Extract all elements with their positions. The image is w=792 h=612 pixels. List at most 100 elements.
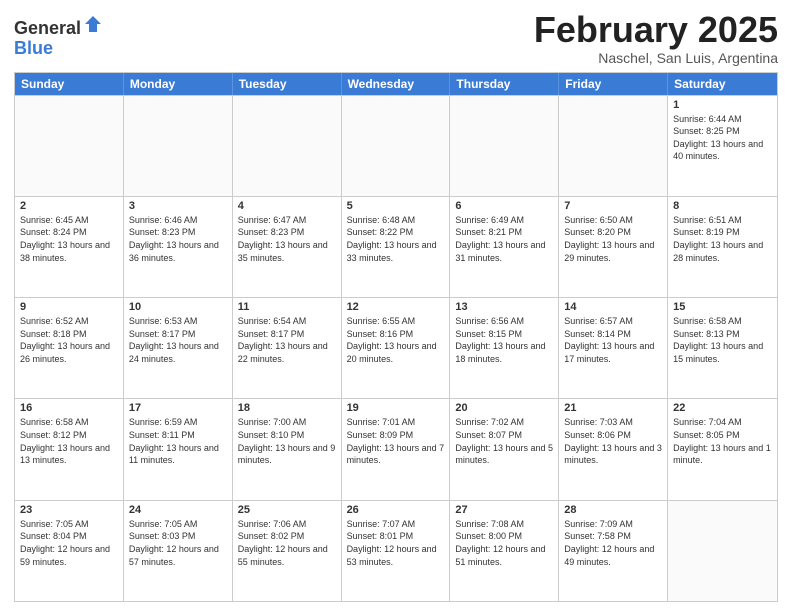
day-info: Sunrise: 6:55 AM Sunset: 8:16 PM Dayligh…	[347, 315, 445, 365]
day-number: 12	[347, 301, 445, 313]
day-number: 16	[20, 402, 118, 414]
cal-week-3: 9 Sunrise: 6:52 AM Sunset: 8:18 PM Daylig…	[15, 297, 777, 398]
calendar-body: 1Sunrise: 6:44 AM Sunset: 8:25 PM Daylig…	[15, 95, 777, 601]
day-number: 7	[564, 200, 662, 212]
cal-day-15: 15 Sunrise: 6:58 AM Sunset: 8:13 PM Dayli…	[668, 298, 777, 398]
day-number: 23	[20, 504, 118, 516]
cal-day-empty	[124, 96, 233, 196]
cal-day-7: 7 Sunrise: 6:50 AM Sunset: 8:20 PM Daylig…	[559, 197, 668, 297]
cal-header-monday: Monday	[124, 73, 233, 95]
logo-icon	[83, 14, 103, 34]
cal-day-empty	[559, 96, 668, 196]
day-number: 3	[129, 200, 227, 212]
cal-day-26: 26 Sunrise: 7:07 AM Sunset: 8:01 PM Dayli…	[342, 501, 451, 601]
cal-day-28: 28 Sunrise: 7:09 AM Sunset: 7:58 PM Dayli…	[559, 501, 668, 601]
cal-day-2: 2 Sunrise: 6:45 AM Sunset: 8:24 PM Daylig…	[15, 197, 124, 297]
day-number: 27	[455, 504, 553, 516]
cal-day-18: 18 Sunrise: 7:00 AM Sunset: 8:10 PM Dayli…	[233, 399, 342, 499]
cal-week-4: 16Sunrise: 6:58 AM Sunset: 8:12 PM Dayli…	[15, 398, 777, 499]
day-info: Sunrise: 6:59 AM Sunset: 8:11 PM Dayligh…	[129, 416, 227, 466]
day-info: Sunrise: 7:05 AM Sunset: 8:04 PM Dayligh…	[20, 518, 118, 568]
day-number: 20	[455, 402, 553, 414]
cal-day-9: 9 Sunrise: 6:52 AM Sunset: 8:18 PM Daylig…	[15, 298, 124, 398]
day-info: Sunrise: 7:01 AM Sunset: 8:09 PM Dayligh…	[347, 416, 445, 466]
cal-day-6: 6 Sunrise: 6:49 AM Sunset: 8:21 PM Daylig…	[450, 197, 559, 297]
cal-header-friday: Friday	[559, 73, 668, 95]
cal-header-wednesday: Wednesday	[342, 73, 451, 95]
day-info: Sunrise: 6:49 AM Sunset: 8:21 PM Dayligh…	[455, 214, 553, 264]
cal-day-23: 23 Sunrise: 7:05 AM Sunset: 8:04 PM Dayli…	[15, 501, 124, 601]
day-info: Sunrise: 6:52 AM Sunset: 8:18 PM Dayligh…	[20, 315, 118, 365]
day-number: 6	[455, 200, 553, 212]
cal-header-tuesday: Tuesday	[233, 73, 342, 95]
cal-day-empty	[450, 96, 559, 196]
cal-day-empty	[342, 96, 451, 196]
cal-day-24: 24 Sunrise: 7:05 AM Sunset: 8:03 PM Dayli…	[124, 501, 233, 601]
cal-day-13: 13Sunrise: 6:56 AM Sunset: 8:15 PM Dayli…	[450, 298, 559, 398]
day-info: Sunrise: 7:04 AM Sunset: 8:05 PM Dayligh…	[673, 416, 772, 466]
day-info: Sunrise: 7:06 AM Sunset: 8:02 PM Dayligh…	[238, 518, 336, 568]
month-title: February 2025	[534, 10, 778, 50]
cal-day-19: 19 Sunrise: 7:01 AM Sunset: 8:09 PM Dayli…	[342, 399, 451, 499]
day-number: 2	[20, 200, 118, 212]
cal-day-3: 3 Sunrise: 6:46 AM Sunset: 8:23 PM Daylig…	[124, 197, 233, 297]
day-number: 24	[129, 504, 227, 516]
day-info: Sunrise: 6:48 AM Sunset: 8:22 PM Dayligh…	[347, 214, 445, 264]
day-number: 28	[564, 504, 662, 516]
cal-day-11: 11 Sunrise: 6:54 AM Sunset: 8:17 PM Dayli…	[233, 298, 342, 398]
day-info: Sunrise: 7:09 AM Sunset: 7:58 PM Dayligh…	[564, 518, 662, 568]
day-info: Sunrise: 6:50 AM Sunset: 8:20 PM Dayligh…	[564, 214, 662, 264]
day-info: Sunrise: 6:44 AM Sunset: 8:25 PM Dayligh…	[673, 113, 772, 163]
header: General Blue February 2025 Naschel, San …	[14, 10, 778, 66]
day-info: Sunrise: 7:05 AM Sunset: 8:03 PM Dayligh…	[129, 518, 227, 568]
day-info: Sunrise: 6:46 AM Sunset: 8:23 PM Dayligh…	[129, 214, 227, 264]
day-number: 5	[347, 200, 445, 212]
cal-week-5: 23 Sunrise: 7:05 AM Sunset: 8:04 PM Dayli…	[15, 500, 777, 601]
day-number: 26	[347, 504, 445, 516]
calendar-header-row: SundayMondayTuesdayWednesdayThursdayFrid…	[15, 73, 777, 95]
day-number: 8	[673, 200, 772, 212]
day-info: Sunrise: 7:03 AM Sunset: 8:06 PM Dayligh…	[564, 416, 662, 466]
day-info: Sunrise: 7:07 AM Sunset: 8:01 PM Dayligh…	[347, 518, 445, 568]
day-info: Sunrise: 6:53 AM Sunset: 8:17 PM Dayligh…	[129, 315, 227, 365]
day-number: 21	[564, 402, 662, 414]
cal-day-27: 27 Sunrise: 7:08 AM Sunset: 8:00 PM Dayli…	[450, 501, 559, 601]
day-info: Sunrise: 6:57 AM Sunset: 8:14 PM Dayligh…	[564, 315, 662, 365]
cal-week-1: 1Sunrise: 6:44 AM Sunset: 8:25 PM Daylig…	[15, 95, 777, 196]
cal-day-22: 22Sunrise: 7:04 AM Sunset: 8:05 PM Dayli…	[668, 399, 777, 499]
day-info: Sunrise: 7:08 AM Sunset: 8:00 PM Dayligh…	[455, 518, 553, 568]
cal-day-12: 12 Sunrise: 6:55 AM Sunset: 8:16 PM Dayli…	[342, 298, 451, 398]
cal-header-thursday: Thursday	[450, 73, 559, 95]
cal-day-empty	[668, 501, 777, 601]
day-number: 14	[564, 301, 662, 313]
day-info: Sunrise: 6:58 AM Sunset: 8:13 PM Dayligh…	[673, 315, 772, 365]
logo: General Blue	[14, 14, 103, 59]
day-info: Sunrise: 6:54 AM Sunset: 8:17 PM Dayligh…	[238, 315, 336, 365]
calendar: SundayMondayTuesdayWednesdayThursdayFrid…	[14, 72, 778, 602]
logo-blue-text: Blue	[14, 38, 53, 58]
cal-day-8: 8Sunrise: 6:51 AM Sunset: 8:19 PM Daylig…	[668, 197, 777, 297]
day-info: Sunrise: 7:00 AM Sunset: 8:10 PM Dayligh…	[238, 416, 336, 466]
day-number: 10	[129, 301, 227, 313]
location-subtitle: Naschel, San Luis, Argentina	[534, 50, 778, 66]
day-info: Sunrise: 6:56 AM Sunset: 8:15 PM Dayligh…	[455, 315, 553, 365]
cal-header-saturday: Saturday	[668, 73, 777, 95]
cal-day-17: 17 Sunrise: 6:59 AM Sunset: 8:11 PM Dayli…	[124, 399, 233, 499]
day-number: 17	[129, 402, 227, 414]
day-number: 9	[20, 301, 118, 313]
cal-day-5: 5 Sunrise: 6:48 AM Sunset: 8:22 PM Daylig…	[342, 197, 451, 297]
day-number: 11	[238, 301, 336, 313]
day-number: 25	[238, 504, 336, 516]
cal-day-25: 25 Sunrise: 7:06 AM Sunset: 8:02 PM Dayli…	[233, 501, 342, 601]
day-info: Sunrise: 6:45 AM Sunset: 8:24 PM Dayligh…	[20, 214, 118, 264]
day-info: Sunrise: 7:02 AM Sunset: 8:07 PM Dayligh…	[455, 416, 553, 466]
day-number: 18	[238, 402, 336, 414]
day-number: 4	[238, 200, 336, 212]
cal-day-empty	[233, 96, 342, 196]
day-number: 15	[673, 301, 772, 313]
cal-day-4: 4 Sunrise: 6:47 AM Sunset: 8:23 PM Daylig…	[233, 197, 342, 297]
cal-day-10: 10 Sunrise: 6:53 AM Sunset: 8:17 PM Dayli…	[124, 298, 233, 398]
day-number: 19	[347, 402, 445, 414]
day-info: Sunrise: 6:47 AM Sunset: 8:23 PM Dayligh…	[238, 214, 336, 264]
cal-day-21: 21 Sunrise: 7:03 AM Sunset: 8:06 PM Dayli…	[559, 399, 668, 499]
